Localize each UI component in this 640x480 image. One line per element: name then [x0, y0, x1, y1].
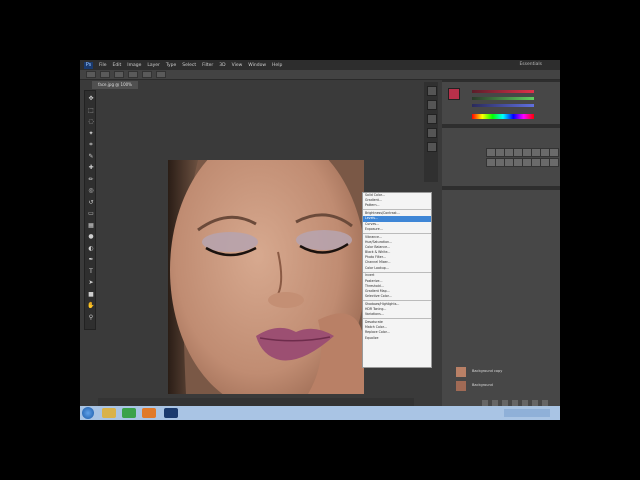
option-button-5[interactable] [156, 71, 166, 78]
menu-view[interactable]: View [232, 63, 243, 68]
properties-panel-icon[interactable] [427, 100, 437, 110]
layer-name: Background copy [472, 369, 503, 373]
quick-select-icon[interactable]: ✦ [87, 130, 95, 138]
menu-filter[interactable]: Filter [202, 63, 213, 68]
system-tray[interactable] [504, 409, 550, 417]
blue-slider[interactable] [472, 104, 534, 107]
tool-preset-button[interactable] [86, 71, 96, 78]
gradient-icon[interactable]: ▦ [87, 222, 95, 230]
chrome-icon[interactable] [122, 408, 136, 418]
layer-name: Background [472, 383, 493, 387]
menu-file[interactable]: File [99, 63, 107, 68]
menu-item[interactable]: Selective Color... [363, 294, 431, 299]
clone-icon[interactable]: ◎ [87, 187, 95, 195]
pen-icon[interactable]: ✒ [87, 256, 95, 264]
type-icon[interactable]: T [87, 268, 95, 276]
menu-layer[interactable]: Layer [147, 63, 160, 68]
menu-edit[interactable]: Edit [113, 63, 122, 68]
menu-item[interactable]: Variations... [363, 312, 431, 317]
layer-row[interactable]: Background copy [446, 366, 556, 378]
layer-thumbnail [456, 367, 466, 377]
menu-item[interactable]: Exposure... [363, 227, 431, 232]
windows-taskbar [80, 406, 560, 420]
menu-item[interactable]: Pattern... [363, 203, 431, 208]
workspace-switcher[interactable]: Essentials [519, 62, 542, 67]
dodge-icon[interactable]: ◐ [87, 245, 95, 253]
layer-row[interactable]: Background [446, 380, 556, 392]
shape-icon[interactable]: ■ [87, 291, 95, 299]
brush-icon[interactable]: ✏ [87, 176, 95, 184]
status-bar [98, 398, 414, 406]
explorer-icon[interactable] [102, 408, 116, 418]
option-button-2[interactable] [114, 71, 124, 78]
zoom-icon[interactable]: ⚲ [87, 314, 95, 322]
healing-icon[interactable]: ✚ [87, 164, 95, 172]
eraser-icon[interactable]: ▭ [87, 210, 95, 218]
menu-select[interactable]: Select [182, 63, 196, 68]
red-slider[interactable] [472, 90, 534, 93]
tools-panel: ✥ ⬚ ◌ ✦ ⌗ ✎ ✚ ✏ ◎ ↺ ▭ ▦ ● ◐ ✒ T ➤ ■ ✋ ⚲ [84, 90, 96, 330]
option-button-1[interactable] [100, 71, 110, 78]
menu-image[interactable]: Image [127, 63, 141, 68]
collapsed-panel-icons [424, 82, 438, 182]
foreground-color-swatch[interactable] [448, 88, 460, 100]
menu-item[interactable]: Color Lookup... [363, 266, 431, 271]
eyedropper-icon[interactable]: ✎ [87, 153, 95, 161]
menu-3d[interactable]: 3D [219, 63, 225, 68]
start-button[interactable] [82, 407, 94, 419]
marquee-icon[interactable]: ⬚ [87, 107, 95, 115]
history-brush-icon[interactable]: ↺ [87, 199, 95, 207]
option-button-3[interactable] [128, 71, 138, 78]
color-panel [442, 82, 560, 124]
menu-window[interactable]: Window [248, 63, 266, 68]
hand-icon[interactable]: ✋ [87, 302, 95, 310]
option-button-4[interactable] [142, 71, 152, 78]
layer-thumbnail [456, 381, 466, 391]
layers-panel: Background copy Background [442, 190, 560, 410]
menu-item[interactable]: Equalize [363, 336, 431, 341]
spectrum-bar[interactable] [472, 114, 534, 119]
adjustments-panel [442, 128, 560, 186]
paragraph-panel-icon[interactable] [427, 128, 437, 138]
blur-icon[interactable]: ● [87, 233, 95, 241]
document-image[interactable] [168, 160, 364, 394]
document-tab[interactable]: face.jpg @ 100% [92, 81, 138, 89]
bw-icon[interactable] [549, 148, 559, 157]
portrait-photo [168, 160, 364, 394]
history-panel-icon[interactable] [427, 86, 437, 96]
photoshop-logo-icon: Ps [84, 61, 93, 69]
adjustment-layer-menu: Solid Color... Gradient... Pattern... Brigh… [362, 192, 432, 368]
path-select-icon[interactable]: ➤ [87, 279, 95, 287]
lasso-icon[interactable]: ◌ [87, 118, 95, 126]
brush-panel-icon[interactable] [427, 142, 437, 152]
options-bar [80, 70, 560, 80]
photoshop-icon[interactable] [164, 408, 178, 418]
right-panel-dock: Background copy Background [442, 80, 560, 410]
selective-color-icon[interactable] [549, 158, 559, 167]
menu-help[interactable]: Help [272, 63, 282, 68]
media-icon[interactable] [142, 408, 156, 418]
crop-icon[interactable]: ⌗ [87, 141, 95, 149]
menu-type[interactable]: Type [166, 63, 176, 68]
character-panel-icon[interactable] [427, 114, 437, 124]
menu-bar: Ps File Edit Image Layer Type Select Fil… [80, 60, 560, 70]
photoshop-window: Ps File Edit Image Layer Type Select Fil… [80, 60, 560, 420]
green-slider[interactable] [472, 97, 534, 100]
move-icon[interactable]: ✥ [87, 95, 95, 103]
